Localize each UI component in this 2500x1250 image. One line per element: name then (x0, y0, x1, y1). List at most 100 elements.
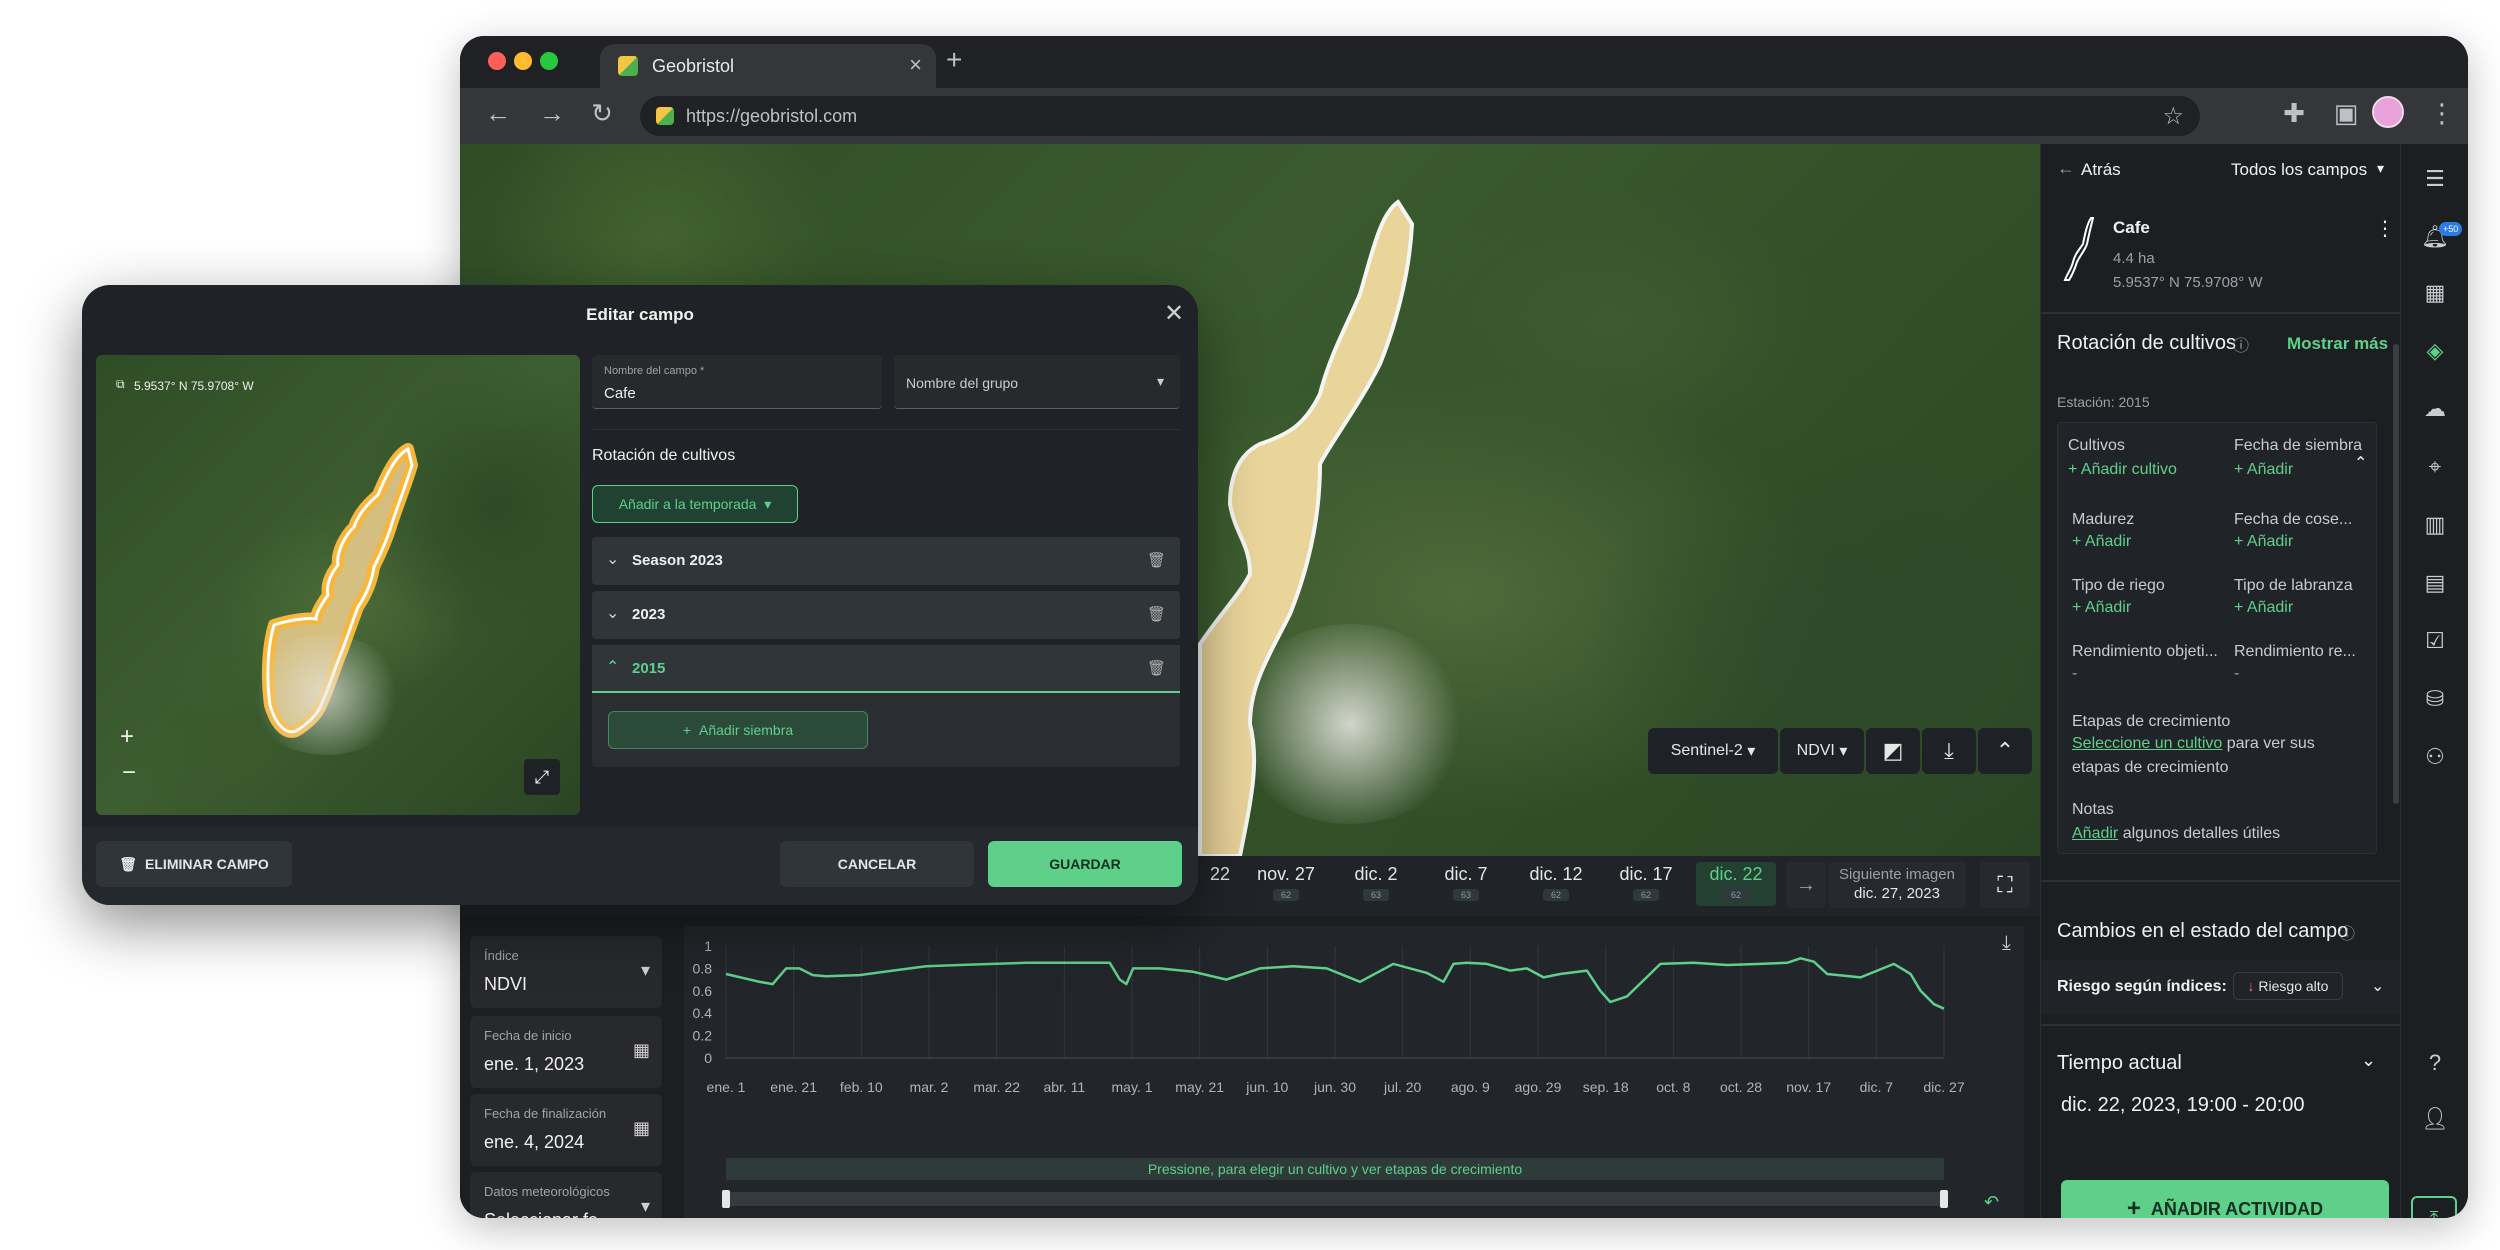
add-sowing-button[interactable]: + Añadir siembra (608, 711, 868, 749)
date-chip[interactable]: dic. 12 62 (1516, 862, 1596, 906)
group-name-select[interactable]: Nombre del grupo ▾ (894, 355, 1180, 409)
show-more-link[interactable]: Mostrar más (2287, 334, 2388, 354)
add-notes-link[interactable]: Añadir (2072, 825, 2118, 842)
select-crop-link[interactable]: Seleccione un cultivo (2072, 735, 2222, 752)
upload-icon[interactable]: ⤒ (2411, 1196, 2457, 1218)
range-start-handle[interactable] (722, 1190, 730, 1208)
add-sowing-date-link[interactable]: + Añadir (2234, 461, 2293, 479)
close-icon[interactable]: ✕ (1164, 299, 1184, 328)
index-select[interactable]: Índice NDVI ▾ (470, 936, 662, 1008)
calendar-icon[interactable]: ▦ (633, 1118, 650, 1139)
next-image-button[interactable]: Siguiente imagen dic. 27, 2023 (1828, 862, 1966, 908)
layers-icon[interactable]: ◈ (2421, 338, 2449, 366)
chevron-up-icon[interactable]: ⌃ (2354, 453, 2367, 473)
bookmark-star-icon[interactable]: ☆ (2162, 102, 2184, 131)
modal-map[interactable]: ⧉ 5.9537° N 75.9708° W + − ⤢ (96, 355, 580, 815)
date-chip[interactable]: dic. 7 63 (1426, 862, 1506, 906)
minimize-window-icon[interactable] (514, 52, 532, 70)
fullscreen-icon[interactable]: ⛶ (1980, 862, 2030, 908)
trash-icon[interactable]: 🗑︎ (1147, 551, 1166, 569)
add-irrigation-link[interactable]: + Añadir (2072, 599, 2131, 617)
zoom-out-button[interactable]: − (122, 759, 136, 787)
add-harvest-date-link[interactable]: + Añadir (2234, 533, 2293, 551)
hamburger-menu-icon[interactable]: ☰ (2421, 166, 2449, 194)
reload-icon[interactable]: ↻ (584, 98, 620, 129)
address-bar[interactable]: https://geobristol.com ☆ (640, 96, 2200, 136)
ndvi-chart[interactable]: ene. 1 ene. 21 feb. 10 mar. 2 mar. 22 abr. 11… (684, 926, 2024, 1218)
date-chip[interactable]: dic. 2 63 (1336, 862, 1416, 906)
info-icon[interactable]: ⓘ (2339, 920, 2355, 944)
browser-tab[interactable]: Geobristol × (600, 44, 936, 88)
browser-menu-icon[interactable]: ⋮ (2424, 98, 2460, 129)
contrast-icon[interactable]: ◩ (1866, 728, 1920, 774)
calendar-icon[interactable]: ▦ (633, 1040, 650, 1061)
season-section[interactable]: ⌄ Season 2023 🗑︎ (592, 537, 1180, 585)
back-arrow-icon[interactable]: ← (2057, 158, 2075, 179)
chevron-down-icon[interactable]: ⌄ (606, 549, 619, 569)
info-icon[interactable]: ⓘ (2233, 332, 2249, 356)
delete-field-button[interactable]: 🗑︎ ELIMINAR CAMPO (96, 841, 292, 887)
trash-icon[interactable]: 🗑︎ (1147, 605, 1166, 623)
profile-avatar[interactable] (2372, 96, 2404, 128)
chevron-down-icon[interactable]: ⌄ (2361, 1050, 2376, 1071)
date-chip[interactable]: 22 (1200, 862, 1240, 906)
start-date-field[interactable]: Fecha de inicio ene. 1, 2023 ▦ (470, 1016, 662, 1088)
chevron-down-icon[interactable]: ⌄ (606, 603, 619, 623)
maximize-window-icon[interactable] (540, 52, 558, 70)
chart-download-icon[interactable]: ⤓ (2002, 932, 2011, 955)
bar-chart-icon[interactable]: ▥ (2421, 512, 2449, 540)
more-options-icon[interactable]: ⋮ (2375, 216, 2395, 241)
add-to-season-button[interactable]: Añadir a la temporada ▾ (592, 485, 798, 523)
range-end-handle[interactable] (1940, 1190, 1948, 1208)
calendar-icon[interactable]: ▦ (2421, 280, 2449, 308)
date-chip[interactable]: dic. 17 62 (1606, 862, 1686, 906)
collapse-chevron-up-icon[interactable]: ⌃ (1978, 728, 2032, 774)
add-crop-link[interactable]: + Añadir cultivo (2068, 461, 2177, 479)
user-icon[interactable]: 👤︎ (2421, 1106, 2449, 1134)
all-fields-dropdown[interactable]: Todos los campos (2231, 160, 2367, 180)
chart-range-slider[interactable] (722, 1190, 1948, 1208)
table-icon[interactable]: ▤ (2421, 570, 2449, 598)
hierarchy-icon[interactable]: ⚇ (2421, 744, 2449, 772)
chevron-down-icon[interactable]: ▾ (2377, 160, 2384, 177)
new-tab-button[interactable]: + (946, 44, 962, 76)
date-chip[interactable]: nov. 27 62 (1246, 862, 1326, 906)
add-tillage-link[interactable]: + Añadir (2234, 599, 2293, 617)
cancel-button[interactable]: CANCELAR (780, 841, 974, 887)
back-link[interactable]: Atrás (2081, 160, 2121, 180)
copy-icon[interactable]: ⧉ (116, 377, 125, 392)
end-date-field[interactable]: Fecha de finalización ene. 4, 2024 ▦ (470, 1094, 662, 1166)
close-tab-icon[interactable]: × (909, 52, 922, 78)
location-pin-icon[interactable]: ⌖ (2421, 454, 2449, 482)
date-chip-selected[interactable]: dic. 22 62 (1696, 862, 1776, 906)
expand-icon[interactable]: ⤢ (524, 759, 560, 795)
database-icon[interactable]: ⛁ (2421, 686, 2449, 714)
chevron-up-icon[interactable]: ⌃ (606, 657, 619, 677)
back-arrow-icon[interactable]: ← (480, 98, 516, 129)
zoom-in-button[interactable]: + (120, 723, 134, 751)
clipboard-check-icon[interactable]: ☑ (2421, 628, 2449, 656)
index-dropdown[interactable]: NDVI ▾ (1780, 728, 1864, 774)
reset-zoom-icon[interactable]: ↶ (1984, 1192, 1999, 1213)
download-icon[interactable]: ⤓ (1922, 728, 1976, 774)
next-arrow-icon[interactable]: → (1786, 862, 1826, 908)
sidebar-scrollbar[interactable] (2393, 344, 2399, 804)
url-text[interactable]: https://geobristol.com (686, 106, 857, 127)
season-section[interactable]: ⌄ 2023 🗑︎ (592, 591, 1180, 639)
weather-data-select[interactable]: Datos meteorológicos Seleccionar fe... ▾ (470, 1172, 662, 1218)
side-panel-icon[interactable]: ▣ (2328, 98, 2364, 129)
add-activity-button[interactable]: + AÑADIR ACTIVIDAD (2061, 1180, 2389, 1218)
forward-arrow-icon[interactable]: → (534, 98, 570, 129)
trash-icon[interactable]: 🗑︎ (1147, 659, 1166, 677)
cloud-icon[interactable]: ☁ (2421, 396, 2449, 424)
help-icon[interactable]: ? (2421, 1050, 2449, 1078)
chevron-down-icon[interactable]: ⌄ (2371, 976, 2384, 996)
season-section-expanded[interactable]: ⌃ 2015 🗑︎ + Añadir siembra (592, 645, 1180, 767)
satellite-source-dropdown[interactable]: Sentinel-2 ▾ (1648, 728, 1778, 774)
close-window-icon[interactable] (488, 52, 506, 70)
field-name-input[interactable]: Nombre del campo * Cafe (592, 355, 882, 409)
extensions-puzzle-icon[interactable]: ✚ (2276, 98, 2312, 129)
save-button[interactable]: GUARDAR (988, 841, 1182, 887)
season-header[interactable] (592, 645, 1180, 693)
risk-row[interactable]: Riesgo según índices: ↓ Riesgo alto ⌄ (2041, 960, 2401, 1014)
